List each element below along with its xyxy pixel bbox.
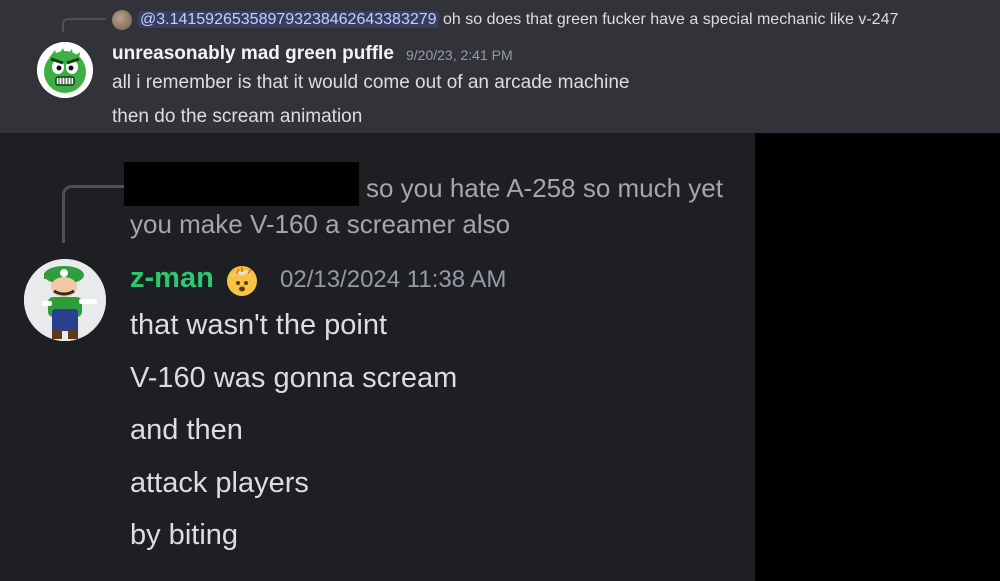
message-timestamp: 02/13/2024 11:38 AM [280, 266, 507, 293]
message-line: attack players [130, 467, 309, 499]
reply-author-avatar[interactable] [112, 10, 132, 30]
message-line: all i remember is that it would come out… [112, 72, 630, 93]
message-timestamp: 9/20/23, 2:41 PM [406, 47, 513, 63]
message-author[interactable]: unreasonably mad green puffle [112, 43, 394, 65]
message-line: V-160 was gonna scream [130, 362, 458, 394]
reply-mention[interactable]: @3.14159265358979323846264338327​9 [138, 11, 439, 28]
redacted-username-box [124, 162, 359, 206]
reply-connector [62, 18, 106, 32]
message-line: that wasn't the point [130, 309, 388, 341]
message-line: by biting [130, 519, 239, 551]
message-author[interactable]: z-man [130, 262, 214, 295]
exploding-head-icon [231, 267, 253, 295]
reply-connector [62, 185, 124, 243]
avatar[interactable] [24, 259, 106, 341]
reply-preview-text: oh so does that green fucker have a spec… [443, 11, 899, 28]
reply-preview[interactable]: @3.14159265358979323846264338327​9 oh so… [138, 11, 898, 29]
luigi-avatar-image [24, 259, 106, 341]
message-line: then do the scream animation [112, 106, 363, 127]
green-puffle-avatar-image [37, 42, 93, 98]
message-line: and then [130, 414, 243, 446]
exploding-head-emoji-icon[interactable] [227, 266, 257, 296]
avatar[interactable] [37, 42, 93, 98]
